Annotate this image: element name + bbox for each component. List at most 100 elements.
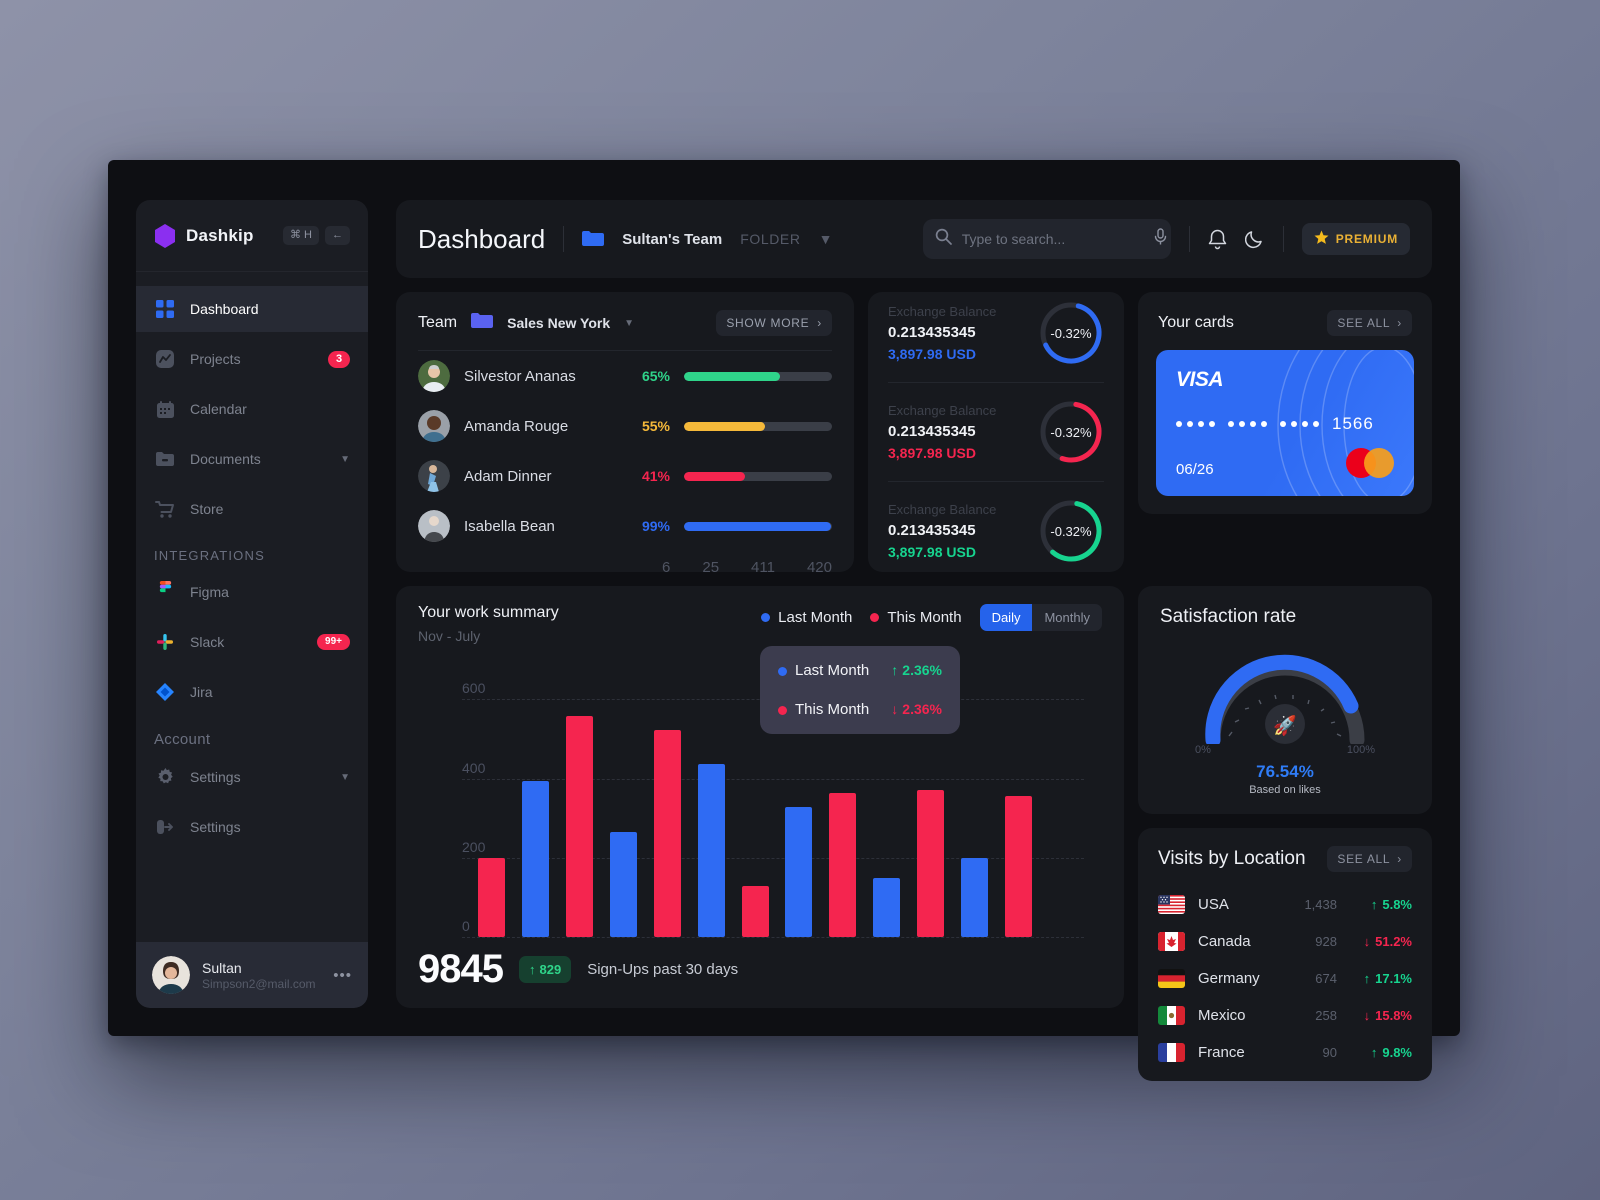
list-item[interactable]: France 90 ↑ 9.8%	[1138, 1034, 1432, 1071]
premium-button[interactable]: PREMIUM	[1301, 223, 1410, 255]
exchange-label: Exchange Balance	[888, 502, 997, 517]
search-bar[interactable]	[922, 219, 1171, 259]
sidebar-item-dashboard[interactable]: Dashboard	[136, 286, 368, 332]
exchange-row[interactable]: Exchange Balance 0.213435345 3,897.98 US…	[888, 481, 1104, 580]
bar-this-month[interactable]	[917, 789, 945, 937]
see-all-visits-button[interactable]: SEE ALL ›	[1327, 846, 1412, 872]
list-item[interactable]: USA 1,438 ↑ 5.8%	[1138, 886, 1432, 923]
card-number-mask	[1176, 421, 1215, 427]
legend-label: This Month	[887, 609, 962, 626]
exchange-balance-panel: Exchange Balance 0.213435345 3,897.98 US…	[868, 292, 1124, 572]
bar-column[interactable]	[470, 654, 514, 937]
sidebar-item-calendar[interactable]: Calendar	[136, 392, 368, 426]
divider	[1282, 226, 1284, 252]
interval-toggle[interactable]: Daily Monthly	[979, 604, 1102, 631]
avatar	[418, 410, 450, 442]
bar-last-month[interactable]	[873, 877, 901, 937]
sidebar-item-jira[interactable]: Jira	[136, 675, 368, 709]
table-row[interactable]: Amanda Rouge 55%	[418, 401, 832, 451]
sidebar-item-logout[interactable]: Settings	[136, 810, 368, 844]
search-input[interactable]	[961, 231, 1143, 247]
chevron-down-icon[interactable]: ▼	[340, 772, 350, 783]
table-row[interactable]: Isabella Bean 99%	[418, 501, 832, 551]
chart-icon	[154, 348, 176, 370]
signups-label: Sign-Ups past 30 days	[587, 961, 739, 978]
legend-dot	[870, 613, 880, 622]
notifications-bell-icon[interactable]	[1208, 229, 1227, 250]
visit-count: 258	[1315, 1008, 1337, 1023]
profile-menu-button[interactable]: •••	[333, 967, 352, 984]
sidebar-item-documents[interactable]: Documents ▼	[136, 442, 368, 476]
bar-column[interactable]	[602, 654, 646, 937]
flag-mexico-icon	[1158, 1006, 1185, 1025]
sidebar-item-slack[interactable]: Slack 99+	[136, 625, 368, 659]
sidebar-item-label: Documents	[190, 451, 261, 467]
collapse-sidebar-button[interactable]: ←	[325, 226, 350, 245]
bar-column[interactable]	[514, 654, 558, 937]
progress-fill	[684, 471, 745, 481]
sidebar-item-figma[interactable]: Figma	[136, 575, 368, 609]
bar-last-month[interactable]	[960, 857, 988, 937]
legend-item-this-month[interactable]: This Month	[870, 609, 962, 626]
exchange-row[interactable]: Exchange Balance 0.213435345 3,897.98 US…	[888, 382, 1104, 481]
list-item[interactable]: Mexico 258 ↓ 15.8%	[1138, 997, 1432, 1034]
folder-tag: FOLDER	[740, 231, 801, 247]
credit-card[interactable]: VISA 1566 06/26	[1156, 350, 1414, 496]
member-name: Amanda Rouge	[464, 417, 569, 435]
list-item[interactable]: Germany 674 ↑ 17.1%	[1138, 960, 1432, 997]
sidebar-profile[interactable]: Sultan Simpson2@mail.com •••	[136, 942, 368, 1008]
dark-mode-moon-icon[interactable]	[1244, 229, 1265, 249]
flag-usa-icon	[1158, 895, 1185, 914]
arrow-up-icon: ↑	[528, 962, 536, 977]
bar-last-month[interactable]	[610, 832, 637, 937]
country-name: Mexico	[1198, 1007, 1246, 1024]
bar-this-month[interactable]	[1004, 795, 1032, 937]
breadcrumb-team[interactable]: Sultan's Team	[622, 231, 722, 248]
bar-this-month[interactable]	[741, 886, 769, 937]
bar-this-month[interactable]	[478, 857, 506, 937]
see-all-cards-button[interactable]: SEE ALL ›	[1327, 310, 1412, 336]
work-summary-panel: Your work summary Nov - July Last Month …	[396, 586, 1124, 1008]
bar-column[interactable]	[558, 654, 602, 937]
table-row[interactable]: Silvestor Ananas 65%	[418, 351, 832, 401]
toggle-daily[interactable]: Daily	[979, 604, 1033, 631]
bar-this-month[interactable]	[829, 792, 857, 937]
bar-this-month[interactable]	[566, 716, 594, 937]
team-selector[interactable]: Sales New York	[507, 315, 610, 331]
bar-column[interactable]	[996, 654, 1040, 937]
sidebar-item-store[interactable]: Store	[136, 492, 368, 526]
team-panel-title: Team	[418, 314, 458, 331]
sidebar-item-label: Calendar	[190, 401, 247, 417]
bar-last-month[interactable]	[697, 764, 725, 937]
chevron-down-icon[interactable]: ▼	[819, 231, 833, 247]
bar-last-month[interactable]	[785, 806, 813, 937]
flag-germany-icon	[1158, 969, 1185, 988]
chevron-right-icon: ›	[1397, 316, 1402, 330]
show-more-button[interactable]: SHOW MORE ›	[716, 310, 832, 336]
figma-icon	[154, 581, 176, 603]
bar-column[interactable]	[645, 654, 689, 937]
sidebar-item-settings[interactable]: Settings ▼	[136, 760, 368, 794]
avatar	[418, 460, 450, 492]
sidebar-item-label: Figma	[190, 584, 229, 600]
show-more-label: SHOW MORE	[726, 316, 810, 330]
chevron-down-icon[interactable]: ▼	[624, 318, 634, 329]
bar-this-month[interactable]	[653, 730, 681, 937]
chevron-down-icon[interactable]: ▼	[340, 454, 350, 465]
progress-bar	[684, 521, 832, 531]
member-name: Adam Dinner	[464, 467, 552, 485]
sidebar-item-projects[interactable]: Projects 3	[136, 342, 368, 376]
toggle-monthly[interactable]: Monthly	[1032, 604, 1102, 631]
bar-column[interactable]	[689, 654, 733, 937]
exchange-row[interactable]: Exchange Balance 0.213435345 3,897.98 US…	[888, 284, 1104, 382]
legend-item-last-month[interactable]: Last Month	[761, 609, 852, 626]
sidebar-item-label: Dashboard	[190, 301, 259, 317]
footer-value: 420	[806, 559, 832, 576]
bar-last-month[interactable]	[522, 781, 550, 937]
bar-column[interactable]	[1040, 654, 1084, 937]
list-item[interactable]: Canada 928 ↓ 51.2%	[1138, 923, 1432, 960]
visit-count: 1,438	[1304, 897, 1337, 912]
microphone-icon[interactable]	[1153, 227, 1168, 251]
table-row[interactable]: Adam Dinner 41%	[418, 451, 832, 501]
sidebar-item-label: Slack	[190, 634, 225, 650]
